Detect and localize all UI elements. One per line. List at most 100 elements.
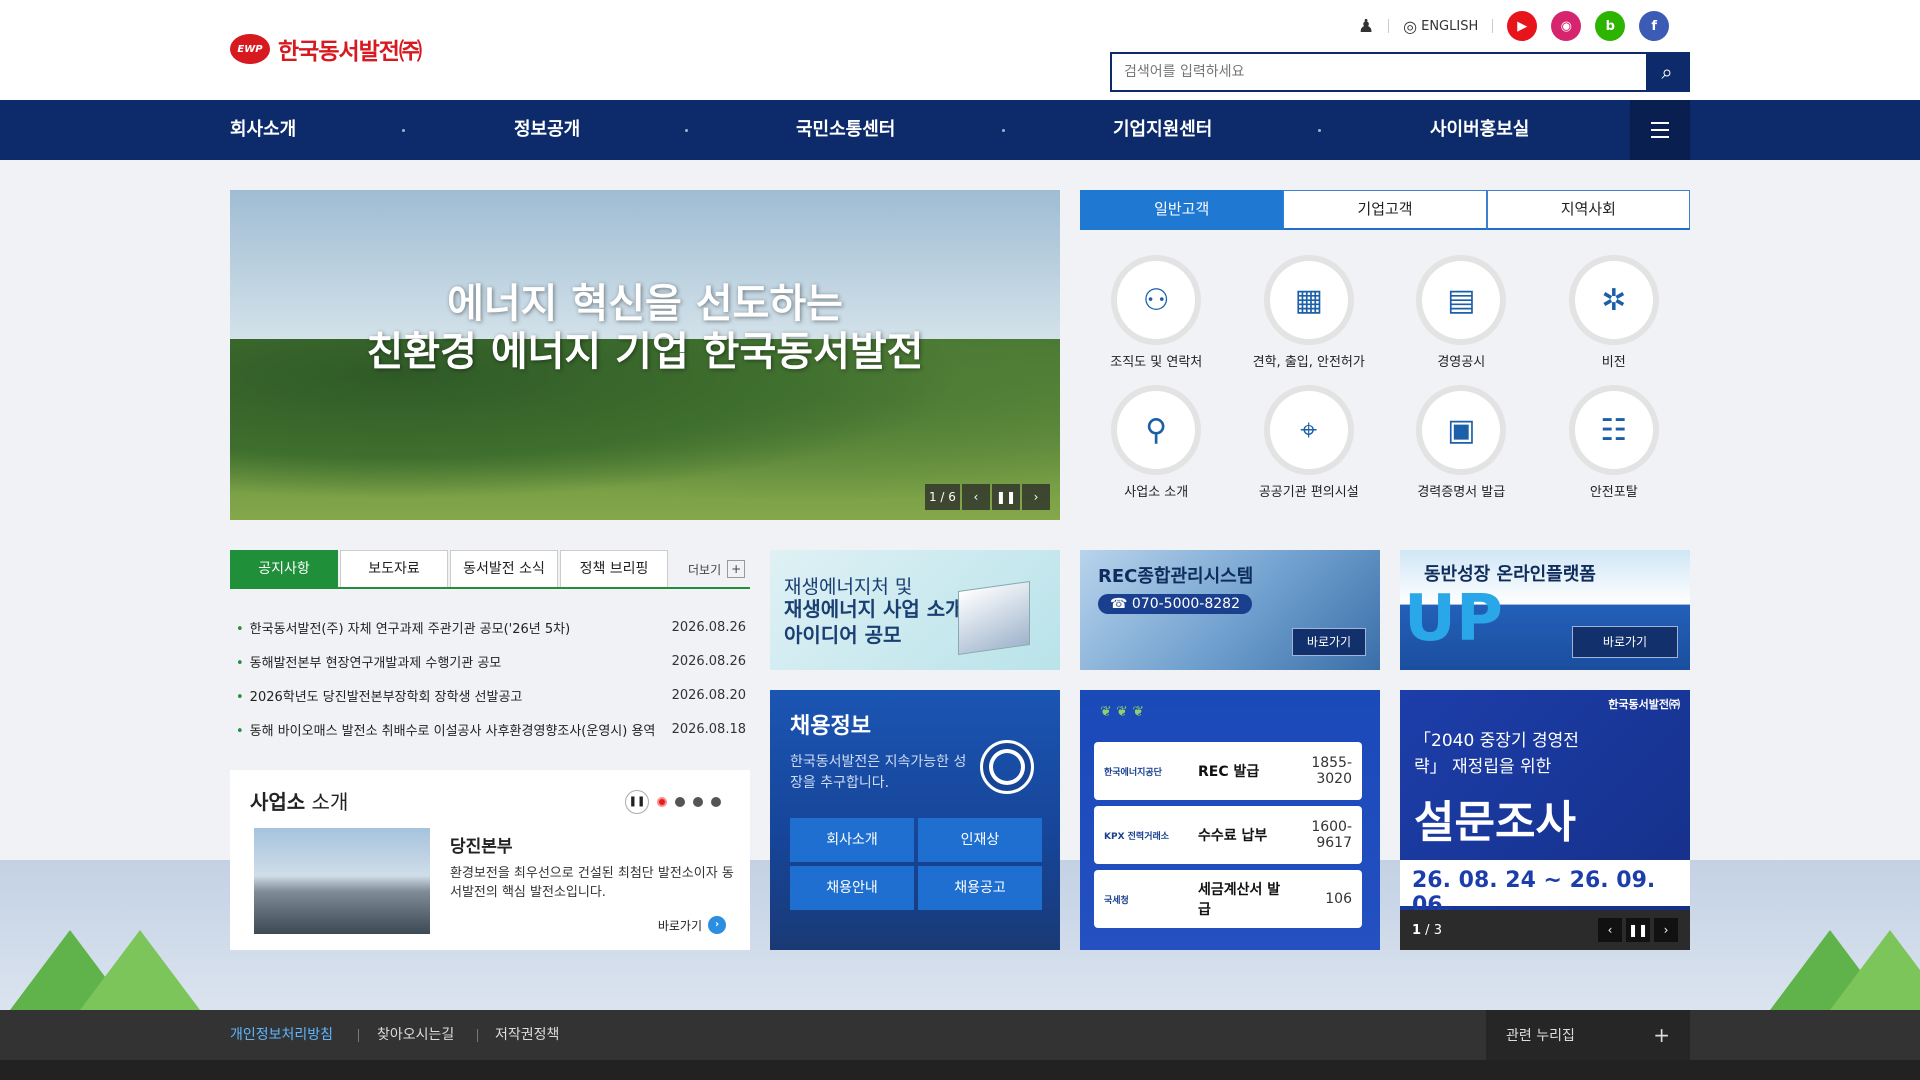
tab-enterprise[interactable]: 기업고객 [1283,190,1487,230]
location-icon: ⌖ [1300,412,1318,448]
survey-banner[interactable]: 한국동서발전㈜ 「2040 중장기 경영전략」 재정립을 위한 설문조사 26.… [1400,690,1690,950]
up-banner: 동반성장 온라인플랫폼 UP 바로가기 [1400,550,1690,670]
safety-icon: ☷ [1600,412,1628,448]
nav-business[interactable]: 기업지원센터 [1113,100,1212,160]
nav-dot [402,129,405,132]
hero-slider[interactable]: 에너지 혁신을 선도하는 친환경 에너지 기업 한국동서발전 1 / 6 ‹ ❚… [230,190,1060,520]
footer-copyright-link[interactable]: 저작권정책 [495,1010,559,1060]
site-go-link[interactable]: 바로가기 › [658,916,726,934]
plus-icon: + [1653,1023,1670,1047]
rec-go-button[interactable]: 바로가기 [1292,628,1366,656]
quick-item-disclosure[interactable]: ▤ 경영공시 [1385,255,1538,375]
building-icon: ▦ [1294,282,1323,318]
slide-dot[interactable] [711,797,721,807]
recruit-talent-button[interactable]: 인재상 [918,818,1042,862]
logo-mark: EWP [230,34,270,64]
quick-item-facilities[interactable]: ⌖ 공공기관 편의시설 [1233,385,1386,505]
divider [1388,19,1390,33]
hero-line-1: 에너지 혁신을 선도하는 [447,281,843,327]
pause-icon[interactable]: ❚❚ [991,484,1020,510]
slide-dot[interactable] [657,797,667,807]
site-intro-title: 사업소 소개 [250,790,349,814]
nav-pr[interactable]: 사이버홍보실 [1430,100,1529,160]
divider [477,1029,478,1042]
recruit-buttons: 회사소개 인재상 채용안내 채용공고 [790,818,1042,910]
notice-divider [230,587,750,589]
tab-policy[interactable]: 정책 브리핑 [560,550,668,588]
rec-banner: REC종합관리시스템 ☎ 070-5000-8282 바로가기 [1080,550,1380,670]
tab-press[interactable]: 보도자료 [340,550,448,588]
slide-dot[interactable] [693,797,703,807]
list-item[interactable]: 동해발전본부 현장연구개발과제 수행기관 공모2026.08.26 [236,644,746,678]
logo-text: 한국동서발전㈜ [278,39,422,65]
recruit-guide-button[interactable]: 채용안내 [790,866,914,910]
site-intro-controls: ❚❚ [625,790,721,814]
rec-phone: ☎ 070-5000-8282 [1098,594,1252,614]
instagram-icon[interactable]: ◉ [1551,11,1582,41]
tab-community[interactable]: 지역사회 [1486,190,1690,230]
chevron-right-icon[interactable]: › [1022,484,1050,510]
nav-company[interactable]: 회사소개 [230,100,296,160]
quick-item-safety[interactable]: ☷ 안전포탈 [1538,385,1691,505]
english-link[interactable]: ◎ ENGLISH [1403,17,1478,36]
divider [358,1029,359,1042]
quick-item-sites[interactable]: ⚲ 사업소 소개 [1080,385,1233,505]
nav-communication[interactable]: 국민소통센터 [796,100,895,160]
chevron-left-icon[interactable]: ‹ [961,484,990,510]
site-name: 당진본부 [450,837,513,857]
quick-item-certificate[interactable]: ▣ 경력증명서 발급 [1385,385,1538,505]
up-go-button[interactable]: 바로가기 [1572,626,1678,658]
recruit-company-button[interactable]: 회사소개 [790,818,914,862]
renewable-banner[interactable]: 재생에너지처 및 재생에너지 사업 소개, 아이디어 공모 [770,550,1060,670]
search-icon: ⌕ [1661,60,1673,84]
fee-row[interactable]: KPX 전력거래소 수수료 납부 1600-9617 [1094,806,1362,864]
pause-icon[interactable]: ❚❚ [625,790,649,814]
tab-general[interactable]: 일반고객 [1080,190,1284,230]
pause-icon[interactable]: ❚❚ [1626,918,1650,942]
tab-notice[interactable]: 공지사항 [230,550,338,588]
list-item[interactable]: 2026학년도 당진발전본부장학회 장학생 선발공고2026.08.20 [236,678,746,712]
certificate-icon: ▣ [1447,412,1476,448]
hero-caption: 에너지 혁신을 선도하는 친환경 에너지 기업 한국동서발전 [230,280,1060,376]
main-nav: 회사소개 정보공개 국민소통센터 기업지원센터 사이버홍보실 [0,100,1920,160]
chevron-right-icon[interactable]: › [1654,918,1678,942]
notice-more[interactable]: 더보기 + [688,550,746,588]
search-button[interactable]: ⌕ [1646,54,1688,90]
sitemap-icon[interactable]: ♟ [1358,16,1374,37]
youtube-icon[interactable]: ▶ [1507,11,1538,41]
org-chart-icon: ⚇ [1142,282,1170,318]
quick-item-org[interactable]: ⚇ 조직도 및 연락처 [1080,255,1233,375]
nav-info[interactable]: 정보공개 [514,100,580,160]
logo[interactable]: EWP 한국동서발전㈜ [230,32,422,66]
divider [1492,19,1494,33]
footer-directions-link[interactable]: 찾아오시는길 [377,1010,454,1060]
quick-item-visit[interactable]: ▦ 견학, 출입, 안전허가 [1233,255,1386,375]
hero-line-2: 친환경 에너지 기업 한국동서발전 [366,329,924,375]
search-input[interactable] [1112,54,1646,90]
blog-icon[interactable]: b [1595,11,1626,41]
magnifier-icon: ⚲ [1145,412,1168,448]
slide-dot[interactable] [675,797,685,807]
plant-photo [254,828,430,934]
target-icon [980,740,1034,794]
fee-row[interactable]: 한국에너지공단 REC 발급 1855-3020 [1094,742,1362,800]
recruit-title: 채용정보 [790,714,871,739]
report-icon: ▤ [1447,282,1476,318]
nav-dot [1318,129,1321,132]
fee-row[interactable]: 국세청 세금계산서 발급 106 [1094,870,1362,928]
list-item[interactable]: 한국동서발전(주) 자체 연구과제 주관기관 공모('26년 5차)2026.0… [236,610,746,644]
survey-line-1: 「2040 중장기 경영전략」 재정립을 위한 [1414,731,1579,777]
quick-menu: ⚇ 조직도 및 연락처 ▦ 견학, 출입, 안전허가 ▤ 경영공시 ✲ 비전 ⚲ 사업소 … [1080,255,1690,505]
chevron-left-icon[interactable]: ‹ [1598,918,1622,942]
menu-icon[interactable] [1630,100,1690,160]
renewable-line-1: 재생에너지처 및 [784,576,913,598]
tab-news[interactable]: 동서발전 소식 [450,550,558,588]
facebook-icon[interactable]: f [1639,11,1670,41]
quick-item-vision[interactable]: ✲ 비전 [1538,255,1691,375]
related-sites-select[interactable]: 관련 누리집 + [1486,1010,1690,1060]
list-item[interactable]: 동해 바이오매스 발전소 취배수로 이설공사 사후환경영향조사(운영시) 용역2… [236,712,746,746]
recruit-desc: 한국동서발전은 지속가능한 성장을 추구합니다. [790,754,967,791]
recruit-notice-button[interactable]: 채용공고 [918,866,1042,910]
chevron-right-icon: › [708,916,726,934]
footer-privacy-link[interactable]: 개인정보처리방침 [230,1010,333,1060]
